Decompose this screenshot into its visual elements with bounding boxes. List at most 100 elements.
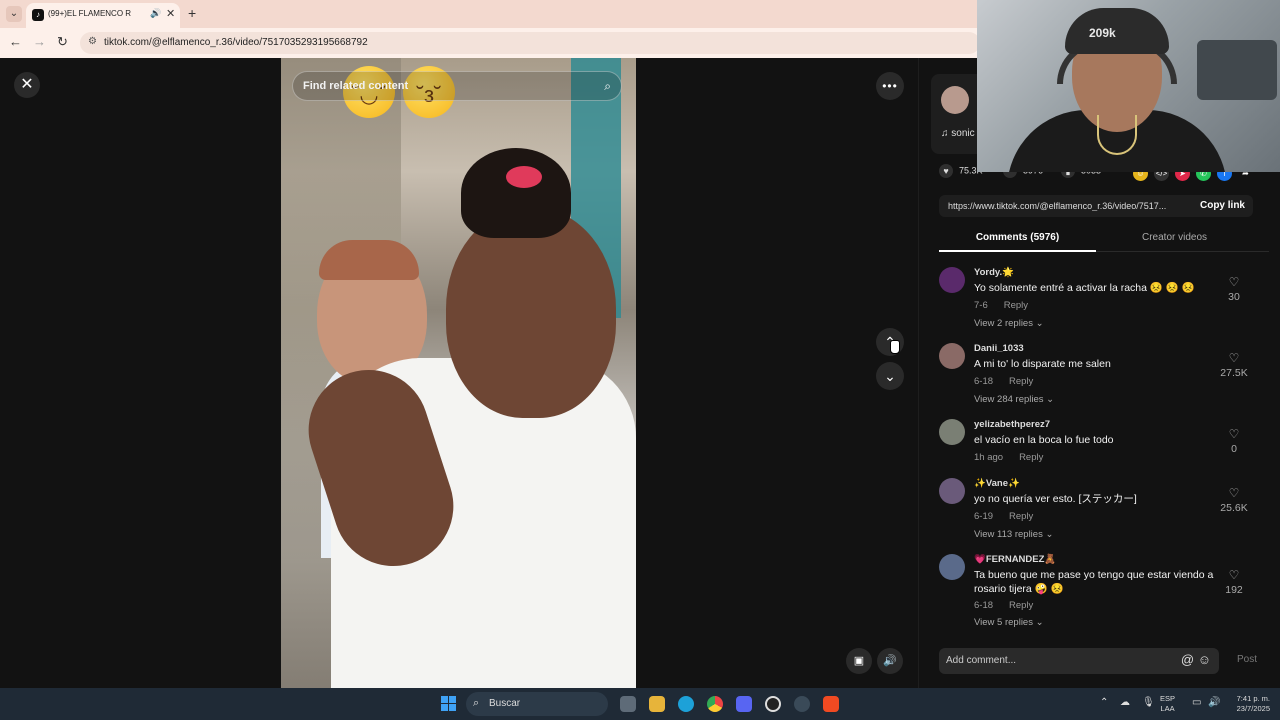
mention-icon[interactable]: @: [1181, 652, 1194, 667]
heart-outline-icon[interactable]: ♡: [1219, 427, 1249, 441]
post-button[interactable]: Post: [1237, 654, 1257, 665]
comment-like[interactable]: ♡ 27.5K: [1219, 351, 1249, 379]
tab-search-icon[interactable]: ⌄: [6, 6, 22, 22]
comment-like[interactable]: ♡ 30: [1219, 275, 1249, 303]
windows-start-icon[interactable]: [441, 696, 456, 711]
view-replies-button[interactable]: View 113 replies ⌄: [974, 529, 1053, 540]
comment-date: 6-18: [974, 600, 994, 611]
brave-icon[interactable]: [823, 696, 839, 712]
share-link-text[interactable]: https://www.tiktok.com/@elflamenco_r.36/…: [948, 201, 1188, 211]
copy-link-button[interactable]: Copy link: [1200, 200, 1245, 211]
add-comment-input[interactable]: Add comment... @ ☺: [939, 648, 1219, 674]
video-person-b-face: [446, 208, 616, 418]
file-explorer-icon[interactable]: [649, 696, 665, 712]
comment-text: Yo solamente entré a activar la racha 😣 …: [974, 282, 1195, 294]
comment-text: Ta bueno que me pase yo tengo que estar …: [974, 569, 1214, 595]
reply-button[interactable]: Reply: [1009, 600, 1033, 611]
clock[interactable]: 7:41 p. m. 23/7/2025: [1228, 694, 1270, 714]
reload-icon[interactable]: ↻: [57, 34, 68, 50]
share-link-row: https://www.tiktok.com/@elflamenco_r.36/…: [939, 195, 1253, 217]
heart-outline-icon[interactable]: ♡: [1219, 275, 1249, 289]
floating-player-icon[interactable]: ▣: [846, 648, 872, 674]
reply-button[interactable]: Reply: [1019, 452, 1043, 463]
emoji-icon[interactable]: ☺: [1198, 652, 1211, 667]
comment-meta: 6-19 Reply: [974, 511, 1033, 522]
language-indicator[interactable]: ESP LAA: [1160, 694, 1175, 714]
network-icon[interactable]: ▭: [1192, 697, 1201, 708]
view-replies-button[interactable]: View 2 replies ⌄: [974, 318, 1044, 329]
address-bar[interactable]: ⚙ tiktok.com/@elflamenco_r.36/video/7517…: [80, 32, 980, 54]
new-tab-icon[interactable]: +: [188, 5, 196, 21]
windows-taskbar: ⌕ Buscar ⌃ ☁ 🎙 ESP LAA ▭ 🔊 7:41 p. m. 23/7…: [0, 688, 1280, 720]
add-comment-placeholder: Add comment...: [946, 655, 1017, 666]
volume-tray-icon[interactable]: 🔊: [1208, 697, 1220, 708]
reply-button[interactable]: Reply: [1004, 300, 1028, 311]
close-icon[interactable]: ✕: [14, 72, 40, 98]
cap-text: 209k: [1089, 26, 1116, 40]
comment-text: yo no quería ver esto. [ステッカー]: [974, 493, 1137, 505]
keyboard-layout: LAA: [1160, 704, 1175, 713]
comment-avatar[interactable]: [939, 419, 965, 445]
taskbar-search-input[interactable]: ⌕ Buscar: [466, 692, 608, 716]
site-info-icon[interactable]: ⚙: [88, 36, 97, 47]
chrome-icon[interactable]: [707, 696, 723, 712]
heart-outline-icon[interactable]: ♡: [1219, 351, 1249, 365]
task-view-icon[interactable]: [620, 696, 636, 712]
comment-like[interactable]: ♡ 192: [1219, 568, 1249, 596]
reply-button[interactable]: Reply: [1009, 511, 1033, 522]
comment-avatar[interactable]: [939, 554, 965, 580]
music-info[interactable]: ♫ sonic: [941, 128, 975, 139]
edge-icon[interactable]: [678, 696, 694, 712]
close-tab-icon[interactable]: ✕: [166, 7, 175, 20]
reply-button[interactable]: Reply: [1009, 376, 1033, 387]
obs-icon[interactable]: [765, 696, 781, 712]
view-replies-label: View 284 replies: [974, 394, 1044, 405]
view-replies-label: View 113 replies: [974, 529, 1043, 540]
next-video-icon[interactable]: ⌄: [876, 362, 904, 390]
comment-date: 1h ago: [974, 452, 1004, 463]
music-text: sonic: [951, 128, 975, 139]
comment-avatar[interactable]: [939, 343, 965, 369]
browser-tab[interactable]: ♪ (99+)EL FLAMENCO R 🔊 ✕: [26, 3, 180, 28]
comment-avatar[interactable]: [939, 267, 965, 293]
comment-meta: 6-18 Reply: [974, 600, 1033, 611]
search-icon: ⌕: [473, 697, 480, 709]
related-search-input[interactable]: Find related content ⌕: [292, 71, 622, 101]
forward-icon[interactable]: →: [33, 34, 46, 49]
comment-like[interactable]: ♡ 25.6K: [1219, 486, 1249, 514]
heart-outline-icon[interactable]: ♡: [1219, 486, 1249, 500]
heart-outline-icon[interactable]: ♡: [1219, 568, 1249, 582]
comment-meta: 7-6 Reply: [974, 300, 1028, 311]
comment-date: 6-19: [974, 511, 994, 522]
speaker-icon[interactable]: 🔊: [150, 8, 161, 19]
tab-creator-videos[interactable]: Creator videos: [1096, 226, 1253, 252]
tab-comments[interactable]: Comments (5976): [939, 226, 1096, 252]
related-search-placeholder: Find related content: [303, 80, 409, 92]
cloud-icon[interactable]: ☁: [1120, 697, 1130, 708]
view-replies-button[interactable]: View 5 replies ⌄: [974, 617, 1044, 628]
comment-like-count: 30: [1228, 291, 1240, 303]
taskbar-search-label: Buscar: [489, 698, 521, 709]
author-avatar[interactable]: [941, 86, 969, 114]
discord-icon[interactable]: [736, 696, 752, 712]
chevron-up-icon[interactable]: ⌃: [1100, 697, 1108, 708]
more-options-icon[interactable]: •••: [876, 72, 904, 100]
search-icon[interactable]: ⌕: [604, 79, 611, 94]
comment-username[interactable]: ✨Vane✨: [974, 478, 1020, 489]
comment-like[interactable]: ♡ 0: [1219, 427, 1249, 455]
comment-input-icons: @ ☺: [1181, 652, 1211, 667]
hand-cursor-icon: [890, 340, 900, 354]
like-stat[interactable]: ♥ 75.3K: [939, 164, 983, 178]
back-icon[interactable]: ←: [9, 34, 22, 49]
tab-title: (99+)EL FLAMENCO R: [48, 9, 132, 18]
comment-username[interactable]: Danii_1033: [974, 343, 1024, 354]
comment-username[interactable]: yelizabethperez7: [974, 419, 1050, 430]
comment-username[interactable]: 💗FERNANDEZ🧸: [974, 554, 1056, 565]
comment-username[interactable]: Yordy.🌟: [974, 267, 1014, 278]
microphone-icon[interactable]: 🎙: [1142, 697, 1155, 708]
app-icon[interactable]: [794, 696, 810, 712]
video-player[interactable]: ˘◡˘ ˘з˘ Find related content ⌕: [281, 58, 636, 688]
volume-icon[interactable]: 🔊: [877, 648, 903, 674]
comment-avatar[interactable]: [939, 478, 965, 504]
view-replies-button[interactable]: View 284 replies ⌄: [974, 394, 1054, 405]
